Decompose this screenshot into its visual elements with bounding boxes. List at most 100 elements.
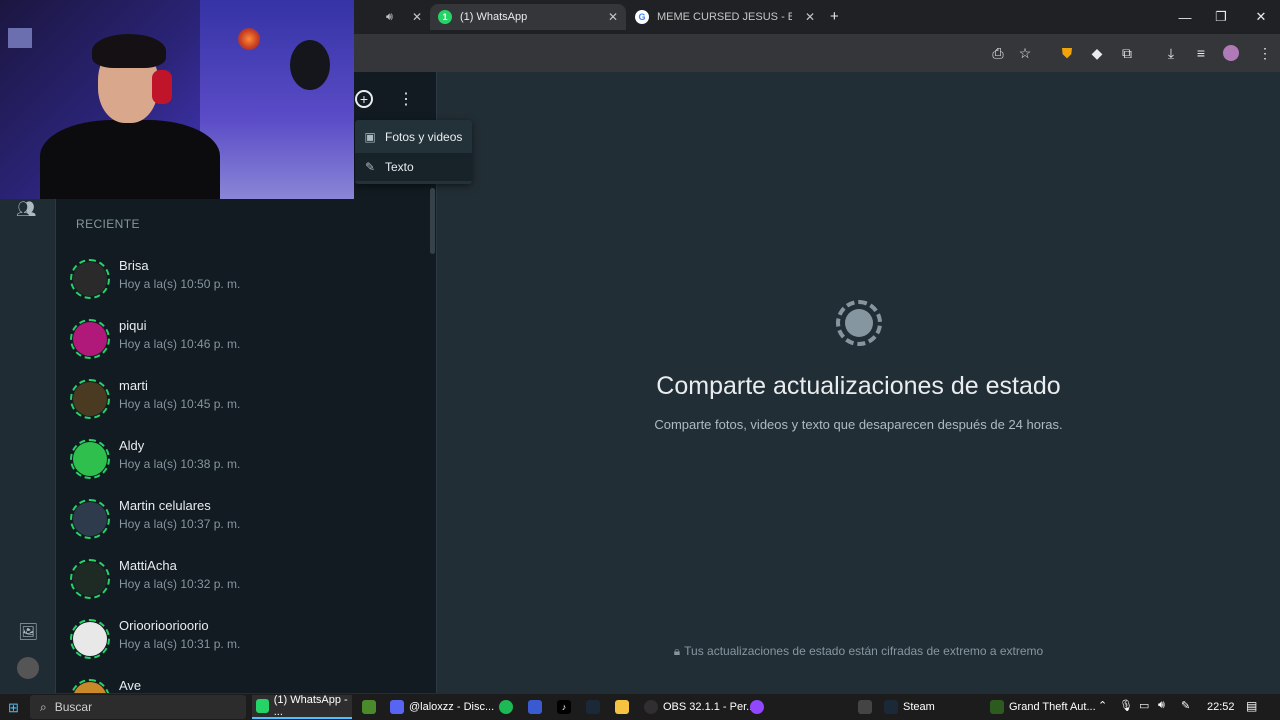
status-item[interactable]: MattiAcha Hoy a la(s) 10:32 p. m. <box>56 550 428 610</box>
steam-icon <box>884 700 898 714</box>
scrollbar[interactable] <box>430 188 435 254</box>
avatar <box>70 559 110 599</box>
minecraft-icon <box>362 700 376 714</box>
browser-tab-whatsapp[interactable]: 1 (1) WhatsApp ✕ <box>430 4 626 30</box>
search-placeholder: Buscar <box>54 700 93 714</box>
brave-shield-icon[interactable]: ⛊ <box>1056 42 1078 64</box>
lock-icon: 🔒︎ <box>673 644 681 658</box>
status-time: Hoy a la(s) 10:31 p. m. <box>119 637 241 651</box>
status-contact-name: Orioorioorioorio <box>119 618 209 633</box>
app-icon <box>858 700 872 714</box>
taskbar-spotify[interactable] <box>499 695 518 719</box>
status-time: Hoy a la(s) 10:50 p. m. <box>119 277 241 291</box>
browser-tab-google[interactable]: G MEME CURSED JESUS - Buscar ✕ <box>627 4 823 30</box>
menu-item-photos-videos[interactable]: ▣ Fotos y videos <box>355 123 472 151</box>
taskbar-minecraft[interactable] <box>362 695 381 719</box>
taskbar-tiktok[interactable]: ♪ <box>557 695 576 719</box>
status-item[interactable]: Orioorioorioorio Hoy a la(s) 10:31 p. m. <box>56 610 428 670</box>
status-time: Hoy a la(s) 10:46 p. m. <box>119 337 241 351</box>
taskbar-app-label: Steam <box>903 701 935 713</box>
notification-icon[interactable]: ▤ <box>1246 699 1257 713</box>
chrome-icon <box>256 699 269 713</box>
pen-icon[interactable]: ✎ <box>1181 699 1190 712</box>
tab-close-icon[interactable]: ✕ <box>404 10 422 24</box>
status-item[interactable]: marti Hoy a la(s) 10:45 p. m. <box>56 370 428 430</box>
status-contact-name: marti <box>119 378 148 393</box>
tab-title: MEME CURSED JESUS - Buscar <box>657 11 792 23</box>
status-icon <box>836 300 882 346</box>
page-title: Comparte actualizaciones de estado <box>656 372 1061 400</box>
profile-avatar[interactable] <box>1220 42 1242 64</box>
speaker-icon[interactable]: 🔊︎ <box>386 11 393 24</box>
steam-icon <box>586 700 600 714</box>
taskbar-app-whatsapp[interactable]: (1) WhatsApp - ... <box>252 694 352 719</box>
media-control-icon[interactable]: ≡ <box>1190 42 1212 64</box>
status-item[interactable]: Martin celulares Hoy a la(s) 10:37 p. m. <box>56 490 428 550</box>
tab-close-icon[interactable]: ✕ <box>600 10 618 24</box>
gta-icon <box>990 700 1004 714</box>
taskbar-steam-small[interactable] <box>586 695 605 719</box>
avatar <box>70 679 110 693</box>
encryption-text: Tus actualizaciones de estado están cifr… <box>684 644 1044 658</box>
status-contact-name: Martin celulares <box>119 498 211 513</box>
obs-icon <box>644 700 658 714</box>
avatar <box>70 619 110 659</box>
taskbar-app[interactable] <box>750 695 769 719</box>
install-app-icon[interactable]: ⎙ <box>987 42 1009 64</box>
taskbar-app-label: OBS 32.1.1 - Per... <box>663 701 756 713</box>
taskbar-app-gta[interactable]: Grand Theft Aut... <box>990 695 1096 719</box>
status-contact-name: Brisa <box>119 258 149 273</box>
avatar <box>70 259 110 299</box>
taskbar-file-explorer[interactable] <box>615 695 634 719</box>
google-icon: G <box>635 10 649 24</box>
download-icon[interactable]: ⤓ <box>1160 42 1182 64</box>
discord-icon <box>390 700 404 714</box>
taskbar-app-label: (1) WhatsApp - ... <box>273 694 348 718</box>
webcam-overlay <box>0 0 354 199</box>
taskbar-app-steam[interactable]: Steam <box>884 695 935 719</box>
volume-icon[interactable]: 🔊︎ <box>1158 699 1165 712</box>
browser-menu-icon[interactable]: ⋮ <box>1254 42 1276 64</box>
search-icon: ⌕ <box>40 699 47 714</box>
new-tab-button[interactable]: + <box>830 8 839 25</box>
status-contact-name: Aldy <box>119 438 145 453</box>
status-contact-name: piqui <box>119 318 147 333</box>
extension-icon[interactable]: ◆ <box>1086 42 1108 64</box>
menu-item-text[interactable]: ✎ Texto <box>355 153 472 181</box>
encryption-note: 🔒︎ Tus actualizaciones de estado están ci… <box>437 644 1280 659</box>
browser-tab-audio[interactable]: 🔊︎ ✕ <box>378 4 430 30</box>
taskbar-search[interactable]: ⌕ Buscar <box>30 695 246 719</box>
taskbar-app-label: @laloxzz - Disc... <box>409 701 495 713</box>
taskbar-app[interactable] <box>528 695 547 719</box>
taskbar-app-obs[interactable]: OBS 32.1.1 - Per... <box>644 695 755 719</box>
status-item[interactable]: piqui Hoy a la(s) 10:46 p. m. <box>56 310 428 370</box>
spotify-icon <box>499 700 513 714</box>
windows-start-icon[interactable]: ⊞ <box>8 700 19 716</box>
communities-icon[interactable]: 👥︎ <box>16 199 36 219</box>
window-close-button[interactable]: ✕ <box>1238 0 1280 34</box>
microphone-icon[interactable]: 🎙︎ <box>1119 699 1133 712</box>
status-time: Hoy a la(s) 10:45 p. m. <box>119 397 241 411</box>
app-icon <box>528 700 542 714</box>
taskbar-app-discord[interactable]: @laloxzz - Disc... <box>390 695 494 719</box>
more-options-icon[interactable]: ⋮ <box>398 89 414 109</box>
status-contact-name: Ave <box>119 678 142 693</box>
page-subtitle: Comparte fotos, videos y texto que desap… <box>654 417 1063 432</box>
tab-title: (1) WhatsApp <box>460 11 528 23</box>
status-item[interactable]: Aldy Hoy a la(s) 10:38 p. m. <box>56 430 428 490</box>
tab-close-icon[interactable]: ✕ <box>797 10 815 24</box>
status-time: Hoy a la(s) 10:37 p. m. <box>119 517 241 531</box>
chevron-up-icon[interactable]: ⌃ <box>1098 699 1107 712</box>
clock[interactable]: 22:52 <box>1207 701 1235 713</box>
user-avatar[interactable] <box>17 657 39 679</box>
folder-icon <box>615 700 629 714</box>
media-gallery-icon[interactable]: 🖼︎ <box>18 622 38 642</box>
status-item[interactable]: Ave <box>56 670 428 693</box>
add-status-icon[interactable]: + <box>355 90 373 108</box>
tiktok-icon: ♪ <box>557 700 571 714</box>
status-item[interactable]: Brisa Hoy a la(s) 10:50 p. m. <box>56 250 428 310</box>
network-icon[interactable]: ▭ <box>1139 699 1149 712</box>
bookmark-star-icon[interactable]: ☆ <box>1014 42 1036 64</box>
taskbar-app[interactable] <box>858 695 877 719</box>
puzzle-extensions-icon[interactable]: ⧉ <box>1116 42 1138 64</box>
